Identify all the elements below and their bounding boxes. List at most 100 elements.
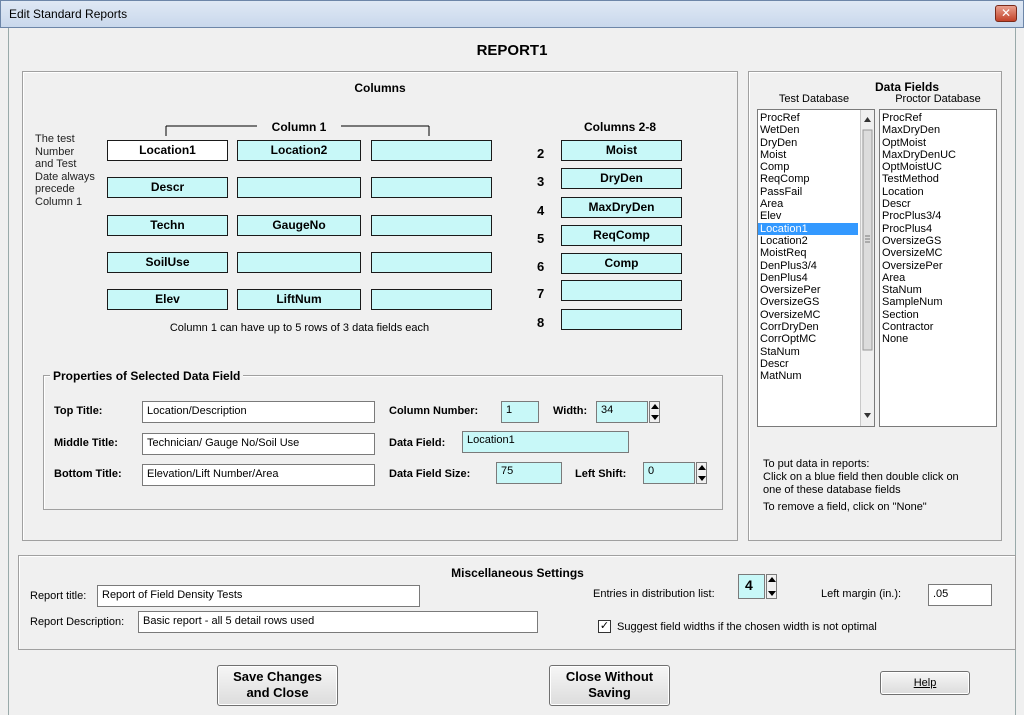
proctor-db-list-item[interactable]: OptMoist xyxy=(880,137,996,149)
test-db-list-item[interactable]: ReqComp xyxy=(758,173,858,185)
properties-title: Properties of Selected Data Field xyxy=(50,369,244,383)
column1-field-r1c2[interactable]: Location2 xyxy=(237,140,361,161)
report-description-input[interactable]: Basic report - all 5 detail rows used xyxy=(138,611,538,633)
save-and-close-button[interactable]: Save Changes and Close xyxy=(217,665,338,706)
column1-field-r4c1[interactable]: SoilUse xyxy=(107,252,228,273)
entries-label: Entries in distribution list: xyxy=(593,588,715,600)
test-db-list-item[interactable]: WetDen xyxy=(758,124,858,136)
column1-field-r1c1[interactable]: Location1 xyxy=(107,140,228,161)
test-db-list-item[interactable]: DryDen xyxy=(758,137,858,149)
proctor-database-list[interactable]: ProcRef MaxDryDen OptMoist MaxDryDenUC OptMo… xyxy=(879,109,997,427)
column1-field-r1c3[interactable] xyxy=(371,140,492,161)
middle-title-input[interactable]: Technician/ Gauge No/Soil Use xyxy=(142,433,375,455)
proctor-db-list-item[interactable]: ProcRef xyxy=(880,112,996,124)
left-margin-label: Left margin (in.): xyxy=(821,588,902,600)
test-db-list-item[interactable]: Area xyxy=(758,198,858,210)
left-margin-input[interactable]: .05 xyxy=(928,584,992,606)
test-db-list-item[interactable]: MoistReq xyxy=(758,247,858,259)
column1-field-r2c2[interactable] xyxy=(237,177,361,198)
test-database-list[interactable]: ProcRef WetDen DryDen Moist Comp ReqComp PassF… xyxy=(757,109,875,427)
close-without-saving-button[interactable]: Close Without Saving xyxy=(549,665,670,706)
column1-field-r4c2[interactable] xyxy=(237,252,361,273)
test-db-list-item[interactable]: OversizeMC xyxy=(758,309,858,321)
column7-field[interactable] xyxy=(561,280,682,301)
close-window-button[interactable]: ✕ xyxy=(995,5,1017,22)
test-db-list-item[interactable]: MatNum xyxy=(758,370,858,382)
column-number-8: 8 xyxy=(537,315,545,330)
column6-field[interactable]: Comp xyxy=(561,253,682,274)
column1-field-r5c1[interactable]: Elev xyxy=(107,289,228,310)
proctor-db-list-item[interactable]: OversizeMC xyxy=(880,247,996,259)
report-title-input[interactable]: Report of Field Density Tests xyxy=(97,585,420,607)
test-db-list-item[interactable]: StaNum xyxy=(758,346,858,358)
data-field-input[interactable]: Location1 xyxy=(462,431,629,453)
proctor-db-list-item[interactable]: Contractor xyxy=(880,321,996,333)
suggest-widths-checkbox[interactable]: ✓ xyxy=(598,620,611,633)
test-db-list-item[interactable]: Location2 xyxy=(758,235,858,247)
column-number-label: Column Number: xyxy=(389,405,479,417)
window-title: Edit Standard Reports xyxy=(9,7,128,21)
proctor-db-list-item[interactable]: MaxDryDenUC xyxy=(880,149,996,161)
test-db-list-item[interactable]: DenPlus4 xyxy=(758,272,858,284)
column5-field[interactable]: ReqComp xyxy=(561,225,682,246)
column1-field-r3c2[interactable]: GaugeNo xyxy=(237,215,361,236)
proctor-db-list-item[interactable]: MaxDryDen xyxy=(880,124,996,136)
test-db-list-item[interactable]: Descr xyxy=(758,358,858,370)
save-button-line2: and Close xyxy=(246,685,309,700)
width-input[interactable]: 34 xyxy=(596,401,648,423)
column1-field-r2c1[interactable]: Descr xyxy=(107,177,228,198)
test-db-list-item[interactable]: CorrDryDen xyxy=(758,321,858,333)
proctor-db-list-item[interactable]: ProcPlus3/4 xyxy=(880,210,996,222)
column-number-7: 7 xyxy=(537,286,545,301)
help-line-3: one of these database fields xyxy=(763,484,901,496)
test-db-list-item[interactable]: OversizeGS xyxy=(758,296,858,308)
test-db-list-item[interactable]: CorrOptMC xyxy=(758,333,858,345)
left-shift-input[interactable]: 0 xyxy=(643,462,695,484)
test-database-label: Test Database xyxy=(778,93,850,105)
report-title-label: Report title: xyxy=(30,590,87,602)
proctor-db-list-item[interactable]: OptMoistUC xyxy=(880,161,996,173)
column1-field-r2c3[interactable] xyxy=(371,177,492,198)
column8-field[interactable] xyxy=(561,309,682,330)
width-spinner[interactable] xyxy=(649,401,660,423)
top-title-input[interactable]: Location/Description xyxy=(142,401,375,423)
help-button[interactable]: Help xyxy=(880,671,970,695)
column1-field-r5c3[interactable] xyxy=(371,289,492,310)
proctor-db-list-item[interactable]: StaNum xyxy=(880,284,996,296)
misc-settings-title: Miscellaneous Settings xyxy=(451,566,584,580)
proctor-db-list-item[interactable]: SampleNum xyxy=(880,296,996,308)
proctor-db-list-item[interactable]: TestMethod xyxy=(880,173,996,185)
test-db-list-item[interactable]: OversizePer xyxy=(758,284,858,296)
proctor-db-list-item[interactable]: Location xyxy=(880,186,996,198)
entries-spinner[interactable] xyxy=(766,574,777,599)
test-db-list-item[interactable]: PassFail xyxy=(758,186,858,198)
test-list-scrollbar[interactable] xyxy=(860,110,874,426)
proctor-db-list-item[interactable]: Descr xyxy=(880,198,996,210)
proctor-db-list-item[interactable]: None xyxy=(880,333,996,345)
data-field-size-input[interactable]: 75 xyxy=(496,462,562,484)
test-db-list-item[interactable]: Moist xyxy=(758,149,858,161)
test-db-list-item[interactable]: Elev xyxy=(758,210,858,222)
proctor-db-list-item[interactable]: ProcPlus4 xyxy=(880,223,996,235)
proctor-db-list-item[interactable]: OversizeGS xyxy=(880,235,996,247)
column1-field-r3c1[interactable]: Techn xyxy=(107,215,228,236)
proctor-db-list-item[interactable]: OversizePer xyxy=(880,260,996,272)
column1-field-r5c2[interactable]: LiftNum xyxy=(237,289,361,310)
column3-field[interactable]: DryDen xyxy=(561,168,682,189)
column-number-2: 2 xyxy=(537,146,545,161)
help-line-2: Click on a blue field then double click … xyxy=(763,471,959,483)
test-db-list-item[interactable]: Comp xyxy=(758,161,858,173)
test-db-list-item[interactable]: Location1 xyxy=(758,222,858,235)
proctor-db-list-item[interactable]: Area xyxy=(880,272,996,284)
test-db-list-item[interactable]: ProcRef xyxy=(758,112,858,124)
column2-field[interactable]: Moist xyxy=(561,140,682,161)
bottom-title-input[interactable]: Elevation/Lift Number/Area xyxy=(142,464,375,486)
column1-field-r4c3[interactable] xyxy=(371,252,492,273)
proctor-db-list-item[interactable]: Section xyxy=(880,309,996,321)
test-db-list-item[interactable]: DenPlus3/4 xyxy=(758,260,858,272)
left-shift-spinner[interactable] xyxy=(696,462,707,484)
column-number-input[interactable]: 1 xyxy=(501,401,539,423)
column1-field-r3c3[interactable] xyxy=(371,215,492,236)
entries-input[interactable]: 4 xyxy=(738,574,765,599)
column4-field[interactable]: MaxDryDen xyxy=(561,197,682,218)
